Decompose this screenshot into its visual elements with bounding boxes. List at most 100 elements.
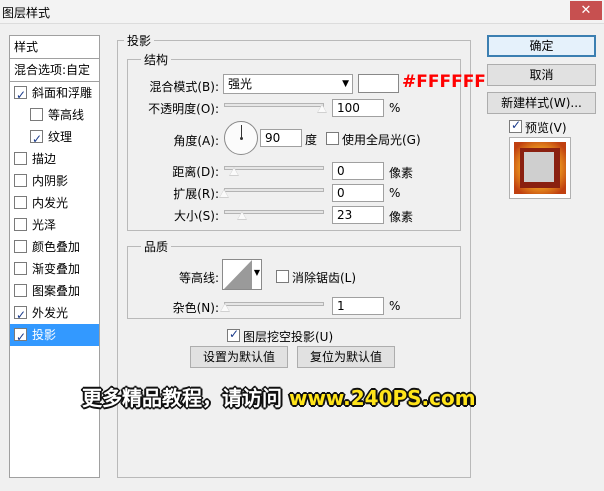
distance-field[interactable]: 0 (332, 162, 384, 180)
knockout-checkbox[interactable] (227, 327, 240, 342)
angle-label: 角度(A): (173, 134, 219, 148)
style-item-checkbox[interactable] (14, 304, 27, 326)
style-item-checkbox[interactable] (14, 196, 27, 209)
shadow-color-swatch[interactable] (358, 74, 399, 93)
spread-label: 扩展(R): (173, 187, 219, 201)
quality-title: 品质 (141, 238, 172, 255)
styles-header[interactable]: 样式 (14, 36, 103, 58)
style-item[interactable]: 图案叠加 (10, 280, 99, 302)
ok-button[interactable]: 确定 (487, 35, 596, 57)
global-light-checkbox[interactable] (326, 132, 339, 145)
blend-mode-label: 混合模式(B): (149, 80, 219, 94)
style-item-checkbox[interactable] (14, 174, 27, 187)
contour-picker[interactable]: ▼ (222, 259, 262, 290)
drop-shadow-title: 投影 (124, 32, 155, 49)
window-title: 图层样式 (2, 6, 51, 20)
style-item[interactable]: 外发光 (10, 302, 99, 326)
style-item[interactable]: 内发光 (10, 192, 99, 214)
style-item-checkbox[interactable] (14, 284, 27, 297)
distance-slider[interactable] (224, 166, 324, 170)
noise-label: 杂色(N): (172, 301, 219, 315)
noise-field[interactable]: 1 (332, 297, 384, 315)
contour-label: 等高线: (178, 271, 219, 285)
style-item[interactable]: 斜面和浮雕 (10, 82, 99, 106)
angle-dial[interactable] (224, 121, 258, 155)
set-default-button[interactable]: 设置为默认值 (190, 346, 288, 368)
opacity-unit: % (389, 101, 401, 115)
spread-field[interactable]: 0 (332, 184, 384, 202)
style-item-checkbox[interactable] (14, 262, 27, 275)
style-item[interactable]: 描边 (10, 148, 99, 170)
style-item-checkbox[interactable] (14, 84, 27, 106)
noise-slider[interactable] (224, 302, 324, 306)
chevron-down-icon: ▼ (253, 268, 260, 277)
style-item-label: 内阴影 (32, 174, 69, 188)
close-button[interactable]: ✕ (570, 1, 602, 20)
style-item-label: 内发光 (32, 196, 69, 210)
blend-mode-value: 强光 (228, 77, 253, 91)
style-item-label: 光泽 (32, 218, 57, 232)
anti-alias-checkbox[interactable] (276, 270, 289, 283)
title-bar: 图层样式 ✕ (0, 0, 604, 24)
style-item[interactable]: 内阴影 (10, 170, 99, 192)
size-slider-thumb[interactable] (237, 211, 247, 220)
size-unit: 像素 (389, 210, 414, 224)
style-item-checkbox[interactable] (14, 152, 27, 165)
style-item-label: 投影 (32, 328, 57, 342)
style-item[interactable]: 渐变叠加 (10, 258, 99, 280)
structure-title: 结构 (141, 51, 172, 68)
style-item-checkbox[interactable] (14, 218, 27, 231)
spread-slider-thumb[interactable] (219, 189, 229, 198)
style-item-checkbox[interactable] (14, 240, 27, 253)
style-item-checkbox[interactable] (30, 108, 43, 121)
style-item[interactable]: 投影 (10, 324, 99, 348)
style-item-checkbox[interactable] (14, 326, 27, 348)
noise-slider-thumb[interactable] (220, 303, 230, 312)
chevron-down-icon: ▼ (342, 79, 349, 89)
preview-checkbox[interactable] (509, 118, 522, 133)
cancel-button[interactable]: 取消 (487, 64, 596, 86)
watermark-url: www.240PS.com (288, 386, 476, 410)
style-item-label: 颜色叠加 (32, 240, 81, 254)
watermark-banner: 更多精品教程，请访问 www.240PS.com (74, 378, 530, 414)
opacity-label: 不透明度(O): (148, 102, 219, 116)
blend-options-item[interactable]: 混合选项:自定 (14, 59, 103, 81)
distance-slider-thumb[interactable] (229, 167, 239, 176)
distance-label: 距离(D): (172, 165, 219, 179)
opacity-slider-thumb[interactable] (317, 104, 327, 113)
color-hex-annotation: #FFFFFF (402, 72, 486, 92)
angle-unit: 度 (305, 133, 318, 147)
watermark-caption: 更多精品教程，请访问 (82, 386, 282, 410)
style-item[interactable]: 等高线 (10, 104, 99, 126)
style-item-label: 外发光 (32, 306, 69, 320)
angle-field[interactable]: 90 (260, 129, 302, 147)
style-item[interactable]: 光泽 (10, 214, 99, 236)
style-item[interactable]: 颜色叠加 (10, 236, 99, 258)
opacity-field[interactable]: 100 (332, 99, 384, 117)
spread-slider[interactable] (224, 188, 324, 192)
style-item-label: 斜面和浮雕 (32, 86, 93, 100)
global-light-label: 使用全局光(G) (342, 133, 421, 147)
spread-unit: % (389, 186, 401, 200)
new-style-button[interactable]: 新建样式(W)... (487, 92, 596, 114)
style-item-label: 等高线 (48, 108, 85, 122)
preview-label: 预览(V) (525, 121, 567, 135)
reset-default-button[interactable]: 复位为默认值 (297, 346, 395, 368)
style-item-checkbox[interactable] (30, 128, 43, 150)
anti-alias-label: 消除锯齿(L) (292, 271, 357, 285)
size-field[interactable]: 23 (332, 206, 384, 224)
style-item-label: 渐变叠加 (32, 262, 81, 276)
style-item-label: 图案叠加 (32, 284, 81, 298)
style-item[interactable]: 纹理 (10, 126, 99, 150)
distance-unit: 像素 (389, 166, 414, 180)
style-item-label: 纹理 (48, 130, 73, 144)
size-label: 大小(S): (173, 209, 219, 223)
noise-unit: % (389, 299, 401, 313)
opacity-slider[interactable] (224, 103, 324, 107)
contour-curve-icon (224, 260, 252, 289)
angle-center (240, 137, 243, 140)
preview-thumbnail-image (514, 142, 566, 194)
blend-mode-select[interactable]: 强光 ▼ (223, 74, 353, 94)
knockout-label: 图层挖空投影(U) (243, 330, 334, 344)
style-preview-thumbnail (509, 137, 571, 199)
